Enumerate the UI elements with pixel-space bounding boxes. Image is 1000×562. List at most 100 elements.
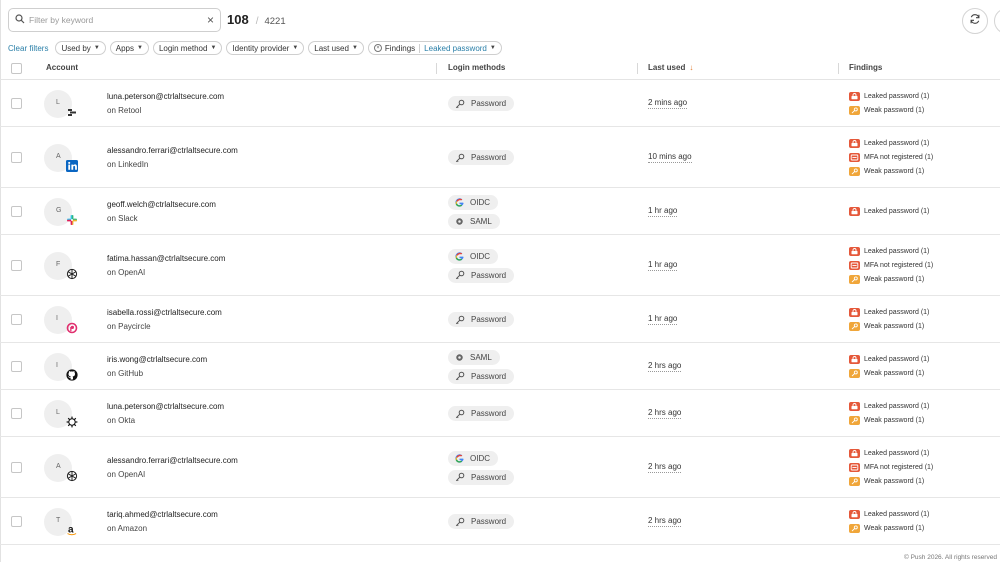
filter-findings[interactable]: × Findings Leaked password ▼ [367, 41, 502, 55]
account-email[interactable]: tariq.ahmed@ctrlaltsecure.com [107, 510, 218, 519]
finding-weak[interactable]: Weak password (1) [849, 106, 924, 115]
account-email[interactable]: iris.wong@ctrlaltsecure.com [107, 355, 207, 364]
total-count: 4221 [264, 16, 286, 27]
account-email[interactable]: luna.peterson@ctrlaltsecure.com [107, 402, 224, 411]
account-app: on GitHub [107, 368, 144, 378]
filter-label: Identity provider [232, 43, 290, 53]
account-app: on Paycircle [107, 321, 151, 331]
account-email[interactable]: luna.peterson@ctrlaltsecure.com [107, 92, 224, 101]
avatar: F [44, 251, 78, 280]
column-account[interactable]: Account [46, 63, 78, 72]
table-row[interactable]: A alessandro.ferrari@ctrlaltsecure.com on… [0, 437, 1000, 498]
finding-mfa[interactable]: MFA not registered (1) [849, 261, 933, 270]
search-input[interactable] [29, 15, 207, 25]
finding-weak[interactable]: Weak password (1) [849, 322, 924, 331]
account-email[interactable]: geoff.welch@ctrlaltsecure.com [107, 200, 216, 209]
row-checkbox[interactable] [11, 97, 22, 109]
column-login-methods[interactable]: Login methods [448, 63, 505, 72]
table-row[interactable]: I iris.wong@ctrlaltsecure.com on GitHub S… [0, 343, 1000, 390]
last-used-time[interactable]: 2 hrs ago [648, 361, 682, 372]
account-app: on LinkedIn [107, 159, 149, 169]
login-method-label: Password [471, 315, 507, 324]
amazon-icon: a [65, 523, 79, 537]
row-checkbox[interactable] [11, 151, 22, 163]
filter-apps[interactable]: Apps ▼ [109, 41, 149, 55]
refresh-button[interactable] [962, 8, 988, 34]
weak-icon [849, 416, 860, 425]
mfa-icon [849, 153, 860, 162]
table-row[interactable]: G geoff.welch@ctrlaltsecure.com on Slack … [0, 188, 1000, 235]
account-email[interactable]: alessandro.ferrari@ctrlaltsecure.com [107, 146, 238, 155]
column-last-used[interactable]: Last used ↓ [648, 63, 693, 72]
clear-search-icon[interactable]: × [207, 14, 214, 26]
last-used-time[interactable]: 2 mins ago [648, 98, 688, 109]
filter-login-method[interactable]: Login method ▼ [152, 41, 223, 55]
row-checkbox[interactable] [11, 259, 22, 271]
account-app: on Retool [107, 105, 142, 115]
account-email[interactable]: alessandro.ferrari@ctrlaltsecure.com [107, 456, 238, 465]
last-used-time[interactable]: 1 hr ago [648, 314, 678, 325]
table-row[interactable]: F fatima.hassan@ctrlaltsecure.com on Open… [0, 235, 1000, 296]
finding-leaked[interactable]: Leaked password (1) [849, 449, 929, 458]
finding-leaked[interactable]: Leaked password (1) [849, 139, 929, 148]
select-all-checkbox[interactable] [11, 63, 22, 74]
google-icon [455, 197, 464, 207]
account-email[interactable]: fatima.hassan@ctrlaltsecure.com [107, 254, 225, 263]
last-used-time[interactable]: 2 hrs ago [648, 408, 682, 419]
finding-leaked[interactable]: Leaked password (1) [849, 247, 929, 256]
row-checkbox[interactable] [11, 205, 22, 217]
row-checkbox[interactable] [11, 407, 22, 419]
table-row[interactable]: L luna.peterson@ctrlaltsecure.com on Reto… [0, 80, 1000, 127]
finding-leaked[interactable]: Leaked password (1) [849, 207, 929, 216]
login-method-badge: Password [448, 406, 515, 421]
finding-weak[interactable]: Weak password (1) [849, 167, 924, 176]
finding-leaked[interactable]: Leaked password (1) [849, 92, 929, 101]
finding-label: MFA not registered (1) [864, 464, 934, 471]
chip-divider [419, 43, 421, 53]
finding-weak[interactable]: Weak password (1) [849, 369, 924, 378]
login-method-label: Password [471, 517, 507, 526]
last-used-time[interactable]: 2 hrs ago [648, 516, 682, 527]
table-row[interactable]: A alessandro.ferrari@ctrlaltsecure.com on… [0, 127, 1000, 188]
last-used-time[interactable]: 10 mins ago [648, 152, 692, 163]
login-method-label: SAML [470, 352, 492, 362]
clear-filters-link[interactable]: Clear filters [8, 44, 48, 53]
filter-identity-provider[interactable]: Identity provider ▼ [226, 41, 305, 55]
leaked-icon [849, 247, 860, 256]
finding-weak[interactable]: Weak password (1) [849, 416, 924, 425]
last-used-time[interactable]: 1 hr ago [648, 260, 678, 271]
row-checkbox[interactable] [11, 461, 22, 473]
row-checkbox[interactable] [11, 313, 22, 325]
saml-icon [455, 217, 464, 226]
finding-weak[interactable]: Weak password (1) [849, 275, 924, 284]
finding-weak[interactable]: Weak password (1) [849, 477, 924, 486]
finding-leaked[interactable]: Leaked password (1) [849, 510, 929, 519]
row-checkbox[interactable] [11, 360, 22, 372]
finding-mfa[interactable]: MFA not registered (1) [849, 153, 933, 162]
table-row[interactable]: I isabella.rossi@ctrlaltsecure.com on Pay… [0, 296, 1000, 343]
filter-used-by[interactable]: Used by ▼ [55, 41, 106, 55]
finding-leaked[interactable]: Leaked password (1) [849, 308, 929, 317]
column-findings[interactable]: Findings [849, 63, 882, 72]
weak-icon [849, 275, 860, 284]
table-row[interactable]: L luna.peterson@ctrlaltsecure.com on Okta… [0, 390, 1000, 437]
leaked-icon [849, 355, 860, 364]
account-email[interactable]: isabella.rossi@ctrlaltsecure.com [107, 308, 222, 317]
finding-leaked[interactable]: Leaked password (1) [849, 355, 929, 364]
login-method-label: Password [471, 153, 507, 162]
row-checkbox[interactable] [11, 515, 22, 527]
login-method-badge: Password [448, 312, 515, 327]
filter-last-used[interactable]: Last used ▼ [308, 41, 364, 55]
last-used-time[interactable]: 1 hr ago [648, 206, 678, 217]
more-button[interactable] [994, 8, 1000, 34]
table-row[interactable]: T a tariq.ahmed@ctrlaltsecure.com on Amaz… [0, 498, 1000, 545]
finding-mfa[interactable]: MFA not registered (1) [849, 463, 933, 472]
slack-icon [65, 213, 79, 227]
finding-weak[interactable]: Weak password (1) [849, 524, 924, 533]
search-box[interactable]: × [8, 8, 221, 32]
filter-label: Apps [115, 43, 134, 53]
remove-filter-icon[interactable]: × [373, 44, 382, 52]
finding-leaked[interactable]: Leaked password (1) [849, 402, 929, 411]
last-used-time[interactable]: 2 hrs ago [648, 462, 682, 473]
finding-label: Leaked password (1) [864, 140, 930, 147]
